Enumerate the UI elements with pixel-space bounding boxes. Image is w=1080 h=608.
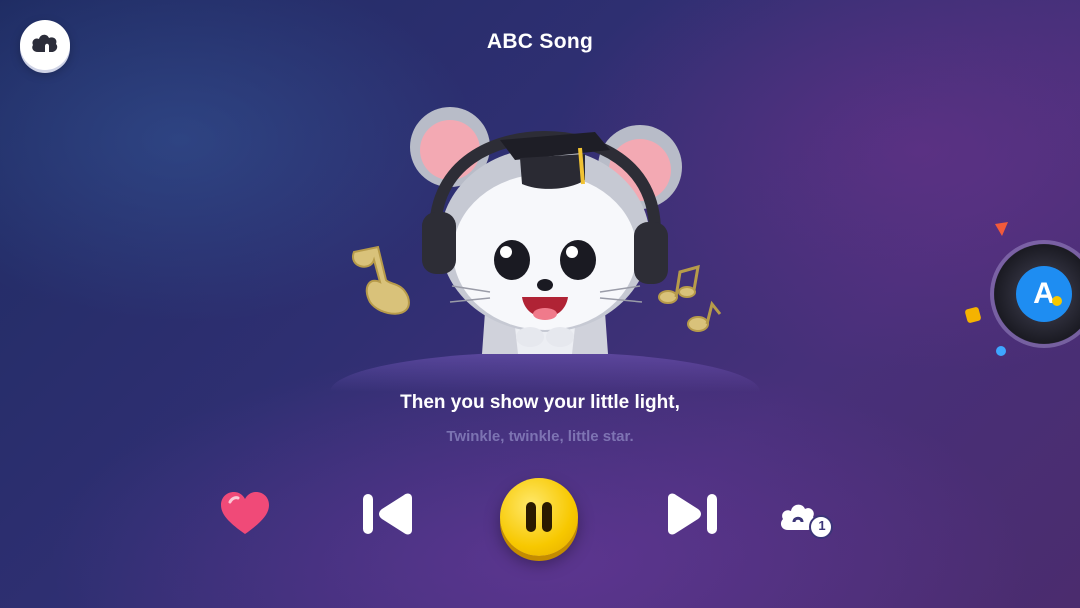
lyric-next-line: Twinkle, twinkle, little star. [446, 428, 634, 445]
repeat-one-button[interactable]: 1 [778, 490, 834, 540]
heart-icon [221, 492, 269, 534]
confetti-decoration [996, 346, 1006, 356]
mouse-mascot-illustration [351, 107, 722, 354]
song-title: ABC Song [486, 30, 594, 53]
previous-track-button[interactable] [360, 492, 418, 536]
previous-track-icon [363, 493, 412, 535]
music-note-icon [658, 264, 722, 332]
pause-button[interactable] [500, 478, 578, 556]
music-note-icon [351, 245, 410, 315]
next-track-icon [668, 493, 717, 535]
confetti-decoration [965, 307, 981, 323]
repeat-badge: 1 [818, 518, 826, 533]
pause-icon [526, 502, 552, 532]
record-disc-button[interactable]: A [994, 244, 1080, 344]
player-screen: ABC Song Then you show your little light… [0, 0, 1080, 608]
app-logo-icon: A [1016, 266, 1072, 322]
like-button[interactable] [218, 490, 272, 538]
lyric-current-line: Then you show your little light, [400, 392, 680, 413]
logo-dot [1052, 296, 1062, 306]
logo-letter: A [1033, 277, 1055, 310]
confetti-decoration [995, 222, 1008, 236]
next-track-button[interactable] [662, 492, 720, 536]
